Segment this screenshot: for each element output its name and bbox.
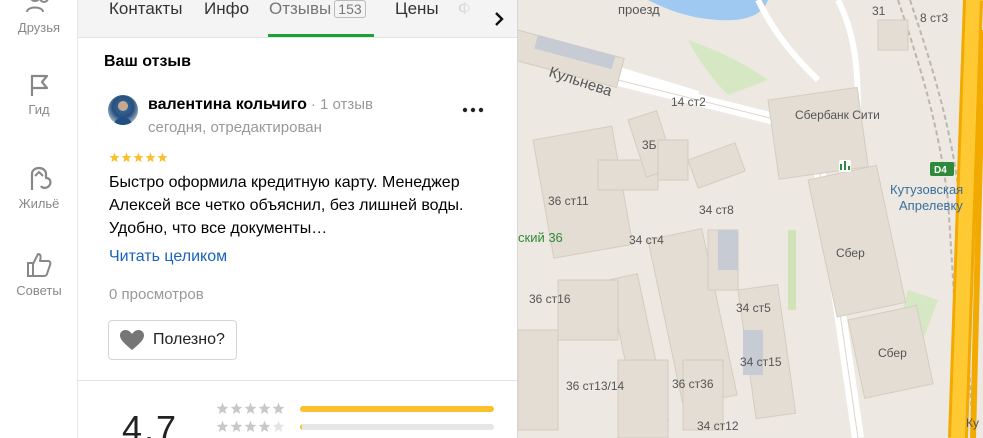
review-text: Быстро оформила кредитную карту. Менедже… xyxy=(109,174,464,237)
star-icon xyxy=(230,402,243,414)
rating-bar-fill xyxy=(300,423,302,430)
author-name[interactable]: валентина кольчиго xyxy=(148,96,307,113)
star-icon xyxy=(244,402,257,414)
star-icon xyxy=(216,420,229,432)
rating-bar-fill xyxy=(300,405,494,412)
park-strip xyxy=(788,230,796,310)
map-label: Апрелевку xyxy=(899,198,963,213)
map-view[interactable]: Кульнева проезд 14 ст2 Сбербанк Сити Кутузов… xyxy=(518,0,983,438)
active-tab-indicator xyxy=(268,34,374,37)
map-label: 36 ст13/14 xyxy=(566,379,625,393)
star-icon xyxy=(157,152,168,163)
star-icon xyxy=(230,420,243,432)
tabs-fade xyxy=(448,0,482,37)
tab-label: Отзывы xyxy=(269,0,332,18)
useful-button[interactable]: Полезно? xyxy=(108,320,237,360)
more-options-button[interactable] xyxy=(458,100,488,120)
more-dots-icon xyxy=(462,107,484,113)
left-rail: Друзья Гид Жильё Советы xyxy=(0,0,78,438)
tabs-next-button[interactable] xyxy=(482,0,516,37)
map-label: 34 ст12 xyxy=(697,419,739,433)
avatar-photo xyxy=(114,101,132,125)
tab-label: Контакты xyxy=(109,0,183,18)
map-label: 14 ст2 xyxy=(671,95,706,109)
sidebar-item-label: Жильё xyxy=(18,196,60,211)
section-title: Ваш отзыв xyxy=(104,53,191,70)
review-date: сегодня, отредактирован xyxy=(148,119,322,136)
sidebar-item-housing[interactable]: Жильё xyxy=(0,160,78,211)
house-icon xyxy=(30,166,52,190)
map-label: 34 ст5 xyxy=(736,301,771,315)
avatar[interactable] xyxy=(108,95,138,125)
map-label: 34 ст4 xyxy=(629,233,664,247)
map-label: 3Б xyxy=(642,138,657,152)
reviews-count-badge: 153 xyxy=(334,0,366,18)
map-label: 36 ст16 xyxy=(529,292,571,306)
useful-label: Полезно? xyxy=(153,331,225,348)
sidebar-item-friends[interactable]: Друзья xyxy=(0,0,78,35)
map-label: Сбер xyxy=(878,346,907,360)
map-label: Сбербанк Сити xyxy=(795,108,880,122)
average-rating: 4,7 xyxy=(122,408,179,438)
star-icon xyxy=(272,420,285,432)
tab-label: Инфо xyxy=(204,0,250,18)
star-icon xyxy=(244,420,257,432)
rating-bar xyxy=(300,423,494,430)
sidebar-item-tips[interactable]: Советы xyxy=(0,251,78,298)
review-author: валентина кольчиго · 1 отзыв xyxy=(148,96,373,114)
tab-reviews[interactable]: Отзывы 153 xyxy=(269,0,366,38)
star-icon xyxy=(121,152,132,163)
chevron-right-icon xyxy=(495,11,504,26)
map-label: 8 ст3 xyxy=(920,11,949,25)
organization-panel: Контакты Инфо Отзывы153 Цены Ф Ваш отзыв… xyxy=(78,0,518,438)
heart-icon xyxy=(120,330,144,350)
star-icon xyxy=(133,152,144,163)
map-canvas: Кульневапроезд14 ст2Сбербанк СитиКутузов… xyxy=(518,0,983,438)
star-icon xyxy=(216,402,229,414)
sidebar-item-label: Друзья xyxy=(17,20,61,35)
tabs-bar: Контакты Инфо Отзывы153 Цены Ф xyxy=(78,0,517,38)
map-label: проезд xyxy=(618,2,660,17)
map-label: 36 ст36 xyxy=(672,377,714,391)
star-icon xyxy=(258,420,271,432)
map-label: 36 ст11 xyxy=(548,194,589,208)
star-icon xyxy=(272,402,285,414)
views-count: 0 просмотров xyxy=(109,286,204,303)
map-label: 31 xyxy=(872,4,886,18)
sidebar-item-guide[interactable]: Гид xyxy=(0,72,78,117)
thumbs-up-icon xyxy=(27,253,52,277)
map-label: Кутузовская xyxy=(890,182,963,197)
map-label: ский 36 xyxy=(518,230,563,245)
star-icon xyxy=(258,402,271,414)
tab-info[interactable]: Инфо xyxy=(204,0,249,38)
star-icon xyxy=(145,152,156,163)
tab-label: Цены xyxy=(395,0,439,18)
review-rating-stars xyxy=(109,152,168,163)
tab-contacts[interactable]: Контакты xyxy=(109,0,182,38)
friends-icon xyxy=(26,0,49,13)
read-more-link[interactable]: Читать целиком xyxy=(109,248,227,266)
star-icon xyxy=(109,152,120,163)
sidebar-item-label: Гид xyxy=(28,102,50,117)
flag-icon xyxy=(30,74,49,96)
sidebar-item-label: Советы xyxy=(16,283,62,298)
map-label: Ку xyxy=(966,416,979,430)
author-review-count: · 1 отзыв xyxy=(310,96,374,113)
rating-distribution-row xyxy=(216,420,494,433)
map-label: 34 ст8 xyxy=(699,203,734,217)
map-label: Сбер xyxy=(836,246,865,260)
map-label: 34 ст15 xyxy=(740,355,782,369)
tab-prices[interactable]: Цены xyxy=(395,0,439,38)
divider xyxy=(78,380,517,381)
map-label: D4 xyxy=(934,165,947,176)
rating-bar xyxy=(300,405,494,412)
rating-distribution-row xyxy=(216,402,494,415)
